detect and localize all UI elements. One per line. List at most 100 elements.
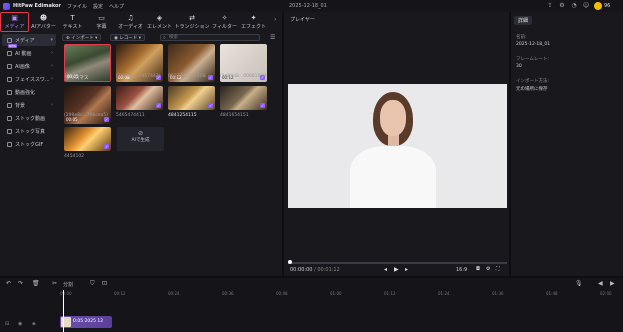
check-icon: ✓ xyxy=(208,103,213,108)
next-frame-icon[interactable]: ▸ xyxy=(405,266,408,273)
seek-bar[interactable] xyxy=(288,262,507,264)
sidebar-item-ai-video[interactable]: NEW AI 動画 › xyxy=(2,44,56,59)
media-thumbnail[interactable]: ✓ xyxy=(116,86,163,110)
check-icon: ✓ xyxy=(260,103,265,108)
ai-video-icon xyxy=(7,50,12,56)
sidebar-item-background[interactable]: 背景 › xyxy=(2,99,56,111)
tab-transition[interactable]: ⇄ トランジション xyxy=(174,12,210,32)
media-caption: (5d89d8...00601669 xyxy=(220,74,267,79)
sidebar-item-enhance[interactable]: 動画強化 xyxy=(2,86,56,98)
record-dropdown[interactable]: ◉ レコード ▾ xyxy=(110,34,146,41)
stock-photo-icon xyxy=(7,128,12,134)
menu-help[interactable]: ヘルプ xyxy=(109,3,124,10)
media-icon: ▣ xyxy=(11,13,18,22)
snapshot-icon[interactable]: ◘ xyxy=(476,266,480,272)
tab-filter[interactable]: ✧ フィルター xyxy=(210,12,239,32)
more-icon[interactable]: › xyxy=(274,16,276,23)
tab-audio[interactable]: ♫ オーディオ xyxy=(116,12,145,32)
stock-gif-icon xyxy=(7,141,12,147)
zoom-out-icon[interactable]: ◀ xyxy=(598,280,603,287)
delete-icon[interactable]: 🗑 xyxy=(32,280,40,287)
sidebar-item-face-swap[interactable]: フェイススワ... › xyxy=(2,73,56,85)
fullscreen-icon[interactable]: ⛶ xyxy=(496,266,500,272)
user-icon[interactable]: ☺ xyxy=(582,2,590,10)
search-input[interactable]: ⌕ 検索 xyxy=(160,34,260,41)
menu-file[interactable]: ファイル xyxy=(67,3,87,10)
undo-icon[interactable]: ↶ xyxy=(6,280,11,287)
subtitle-icon: ▭ xyxy=(98,13,105,22)
media-caption: 4454102 xyxy=(64,154,85,159)
play-icon[interactable]: ▶ xyxy=(394,266,399,273)
sidebar-item-stock-photo[interactable]: ストック写真 xyxy=(2,125,56,137)
media-caption: クリスマス xyxy=(66,76,89,81)
import-dropdown[interactable]: ⊕ インポート ▾ xyxy=(62,34,102,41)
tool-tabs: ▣ メディア ☻ AIアバター T テキスト ▭ 字幕 ♫ オーディオ ◈ エレメント ⇄ ト… xyxy=(0,12,282,32)
check-icon: ✓ xyxy=(104,144,109,149)
microphone-icon[interactable]: 🎙 xyxy=(575,280,583,287)
eye-icon[interactable]: ◉ xyxy=(18,321,22,327)
ruler-tick: 01:12 xyxy=(384,291,396,296)
ruler-tick: 00:24 xyxy=(168,291,180,296)
folder-icon xyxy=(7,37,12,43)
check-icon: ✓ xyxy=(156,103,161,108)
settings-icon[interactable]: ⚙ xyxy=(558,2,566,10)
tab-ai-avatar[interactable]: ☻ AIアバター xyxy=(29,12,58,32)
split-button[interactable]: 分割 xyxy=(63,281,73,288)
ai-generate-button[interactable]: ⊘ AIで生成 xyxy=(117,127,164,151)
tab-subtitle[interactable]: ▭ 字幕 xyxy=(87,12,116,32)
chevron-right-icon: › xyxy=(51,76,53,82)
mute-icon[interactable]: ◈ xyxy=(32,321,36,327)
timeline-toolbar: ↶ ↷ 🗑 ✂ 分割 ⛉ ⊡ 🎙 ◀ ▶ xyxy=(0,278,623,290)
stock-video-icon xyxy=(7,115,12,121)
list-view-icon[interactable]: ☰ xyxy=(270,34,275,41)
media-thumbnail[interactable]: ✓ xyxy=(64,127,111,151)
properties-panel: 詳細 名前: 2025-12-18_01 フレームレート: 30 インポート方法… xyxy=(511,12,623,276)
media-caption: (299e8c...79bcea5) xyxy=(64,113,108,118)
media-thumbnail[interactable]: ✓ xyxy=(168,86,215,110)
shield-icon[interactable]: ⛉ xyxy=(90,280,95,288)
media-caption: 85777427-1-208 xyxy=(168,74,206,79)
time-ruler[interactable]: 00:00 00:12 00:24 00:36 00:48 01:00 01:12 01:24… xyxy=(60,290,623,298)
media-caption: 5465474411 xyxy=(116,113,145,118)
redo-icon[interactable]: ↷ xyxy=(18,280,23,287)
ruler-tick: 00:48 xyxy=(276,291,288,296)
timeline-clip[interactable]: 0:05 2025 12 xyxy=(60,316,112,328)
media-caption: 4841254115 xyxy=(168,113,197,118)
menu-settings[interactable]: 設定 xyxy=(93,3,103,10)
player-panel: プレイヤー 00:00:00 / 00:01:12 ◂ ▶ ▸ 16:9 ◘ ⚙… xyxy=(284,12,509,276)
media-thumbnail[interactable]: ✓ xyxy=(220,86,267,110)
playhead[interactable] xyxy=(63,290,64,332)
avatar-icon: ☻ xyxy=(39,13,48,22)
avatar[interactable] xyxy=(594,2,602,10)
ruler-tick: 01:36 xyxy=(492,291,504,296)
settings-icon[interactable]: ⚙ xyxy=(486,266,490,272)
app-name: HitPaw Edimakor xyxy=(13,3,61,9)
tab-text[interactable]: T テキスト xyxy=(58,12,87,32)
zoom-in-icon[interactable]: ▶ xyxy=(610,280,615,287)
ai-generate-icon: ⊘ xyxy=(137,130,144,137)
player-title: プレイヤー xyxy=(290,17,315,23)
tab-media[interactable]: ▣ メディア xyxy=(0,12,29,32)
split-icon[interactable]: ✂ xyxy=(52,280,57,287)
save-method-value: 元の場所に保存 xyxy=(516,87,548,92)
video-preview[interactable] xyxy=(288,84,507,208)
lock-icon[interactable]: ⊟ xyxy=(5,321,9,327)
tab-element[interactable]: ◈ エレメント xyxy=(145,12,174,32)
export-icon[interactable]: ⇪ xyxy=(546,2,554,10)
ruler-tick: 01:48 xyxy=(546,291,558,296)
media-thumbnail[interactable]: 00:05 ✓ xyxy=(64,86,111,124)
notification-icon[interactable]: ◔ xyxy=(570,2,578,10)
ruler-tick: 02:00 xyxy=(600,291,612,296)
prev-frame-icon[interactable]: ◂ xyxy=(384,266,387,273)
ruler-tick: 00:36 xyxy=(222,291,234,296)
sidebar-item-ai-image[interactable]: AI画像 › xyxy=(2,60,56,72)
audio-icon: ♫ xyxy=(127,13,134,22)
tab-effect[interactable]: ✦ エフェクト xyxy=(239,12,268,32)
tab-details[interactable]: 詳細 xyxy=(514,16,533,25)
sidebar-item-stock-gif[interactable]: ストックGIF xyxy=(2,138,56,150)
aspect-ratio-dropdown[interactable]: 16:9 xyxy=(456,267,467,273)
freeze-icon[interactable]: ⊡ xyxy=(102,280,107,287)
filter-icon: ✧ xyxy=(221,13,228,22)
sidebar-item-stock-video[interactable]: ストック動画 xyxy=(2,112,56,124)
seek-handle[interactable] xyxy=(288,260,292,264)
